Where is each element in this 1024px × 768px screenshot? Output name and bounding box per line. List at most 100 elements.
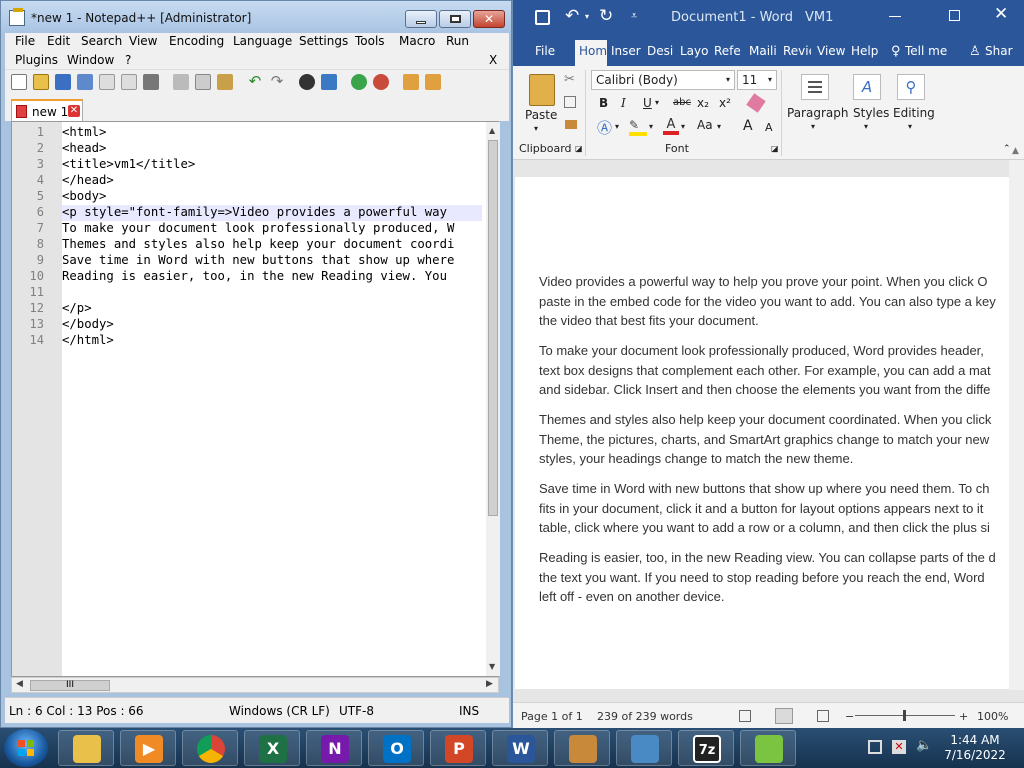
- paragraph-button[interactable]: Paragraph: [787, 106, 848, 120]
- document-text-line[interactable]: fits in your document, click it and a bu…: [539, 499, 1009, 519]
- account-name[interactable]: VM1: [805, 10, 833, 25]
- menu-tools[interactable]: Tools: [355, 34, 385, 48]
- shrink-font-button[interactable]: A: [765, 121, 773, 134]
- font-color-dropdown-icon[interactable]: ▾: [681, 122, 685, 131]
- document-text-line[interactable]: the text you want. If you need to stop r…: [539, 568, 1009, 588]
- zoom-level[interactable]: 100%: [977, 710, 1008, 723]
- word-vertical-scrollbar[interactable]: ▲: [1009, 146, 1024, 690]
- code-editor[interactable]: 1 2 3 4 5 6 7 8 9 10 11 12 13 14 <html> <head> <title>v…: [11, 121, 500, 677]
- save-all-icon[interactable]: [77, 74, 93, 90]
- menu-encoding[interactable]: Encoding: [169, 34, 224, 48]
- read-mode-icon[interactable]: [739, 710, 751, 722]
- document-text-line[interactable]: paste in the embed code for the video yo…: [539, 292, 1009, 312]
- maximize-icon[interactable]: [949, 10, 960, 21]
- paste-button[interactable]: Paste: [525, 108, 557, 122]
- save-icon[interactable]: [535, 10, 550, 25]
- taskbar-chrome[interactable]: [182, 730, 238, 766]
- copy-icon[interactable]: [195, 74, 211, 90]
- print-layout-icon[interactable]: [775, 708, 793, 724]
- close-button[interactable]: ✕: [473, 10, 505, 28]
- code-line[interactable]: <title>vm1</title>: [62, 157, 482, 173]
- maximize-button[interactable]: [439, 10, 471, 28]
- subscript-button[interactable]: x₂: [697, 96, 709, 110]
- tab-review[interactable]: Revie: [783, 44, 811, 58]
- zoom-out-button[interactable]: −: [845, 710, 854, 723]
- document-text-line[interactable]: and sidebar. Click Insert and then choos…: [539, 380, 1009, 400]
- code-line[interactable]: <html>: [62, 125, 482, 141]
- cut-icon[interactable]: ✂: [564, 72, 575, 87]
- scroll-up-icon[interactable]: ▲: [489, 126, 495, 135]
- scroll-right-icon[interactable]: ▶: [486, 679, 493, 689]
- tab-home[interactable]: Hom: [575, 40, 607, 66]
- bold-button[interactable]: B: [599, 96, 608, 110]
- close-document-x[interactable]: X: [489, 53, 497, 67]
- menu-view[interactable]: View: [129, 34, 157, 48]
- tab-file[interactable]: File: [535, 44, 555, 58]
- code-line[interactable]: </p>: [62, 301, 482, 317]
- taskbar-notepad-plus-plus[interactable]: [740, 730, 796, 766]
- text-effects-icon[interactable]: Ⓐ: [597, 117, 612, 138]
- copy-icon[interactable]: [564, 96, 576, 108]
- font-name-dropdown-icon[interactable]: ▾: [726, 75, 730, 84]
- minimize-icon[interactable]: [889, 16, 901, 17]
- scroll-up-icon[interactable]: ▲: [1012, 146, 1019, 156]
- document-text-line[interactable]: left off - even on another device.: [539, 587, 1009, 607]
- network-icon[interactable]: [868, 740, 882, 754]
- menu-search[interactable]: Search: [81, 34, 122, 48]
- taskbar-file-explorer[interactable]: [58, 730, 114, 766]
- menu-window[interactable]: Window: [67, 53, 114, 67]
- document-text-line[interactable]: To make your document look professionall…: [539, 341, 1009, 361]
- undo-icon[interactable]: ↶: [565, 6, 579, 26]
- tab-mailings[interactable]: Maili: [749, 44, 777, 58]
- taskbar-control-panel[interactable]: [616, 730, 672, 766]
- open-file-icon[interactable]: [33, 74, 49, 90]
- styles-button[interactable]: Styles: [853, 106, 889, 120]
- menu-run[interactable]: Run: [446, 34, 469, 48]
- zoom-thumb[interactable]: [903, 710, 906, 721]
- undo-icon[interactable]: ↶: [247, 74, 263, 90]
- menu-edit[interactable]: Edit: [47, 34, 70, 48]
- word-count[interactable]: 239 of 239 words: [597, 710, 693, 723]
- menu-file[interactable]: File: [15, 34, 35, 48]
- scroll-down-icon[interactable]: ▼: [489, 662, 495, 671]
- document-page[interactable]: Video provides a powerful way to help yo…: [515, 177, 1009, 689]
- paragraph-dropdown-icon[interactable]: ▾: [811, 122, 815, 131]
- tab-insert[interactable]: Inser: [611, 44, 641, 58]
- search-icon[interactable]: ⚲: [897, 74, 925, 100]
- italic-button[interactable]: I: [621, 96, 626, 110]
- code-line[interactable]: <head>: [62, 141, 482, 157]
- tab-design[interactable]: Desig: [647, 44, 673, 58]
- paste-icon[interactable]: [217, 74, 233, 90]
- code-line[interactable]: [62, 285, 482, 301]
- taskbar-media-player[interactable]: ▶: [120, 730, 176, 766]
- document-text-line[interactable]: Reading is easier, too, in the new Readi…: [539, 548, 1009, 568]
- taskbar-powerpoint[interactable]: P: [430, 730, 486, 766]
- tell-me-search[interactable]: Tell me: [905, 44, 947, 58]
- paste-dropdown-icon[interactable]: ▾: [534, 124, 538, 133]
- document-text-line[interactable]: styles, your headings change to match th…: [539, 449, 1009, 469]
- styles-icon[interactable]: A: [853, 74, 881, 100]
- editing-button[interactable]: Editing: [893, 106, 935, 120]
- document-text-line[interactable]: Themes and styles also help keep your do…: [539, 410, 1009, 430]
- find-icon[interactable]: [299, 74, 315, 90]
- tab-layout[interactable]: Layo: [680, 44, 708, 58]
- taskbar-onenote[interactable]: N: [306, 730, 362, 766]
- font-launcher-icon[interactable]: ◪: [771, 144, 779, 153]
- collapse-ribbon-icon[interactable]: ⌃: [1003, 144, 1011, 154]
- strikethrough-button[interactable]: abc: [673, 97, 691, 108]
- taskbar-outlook[interactable]: O: [368, 730, 424, 766]
- scroll-left-icon[interactable]: ◀: [16, 679, 23, 689]
- sync-scroll-icon[interactable]: [403, 74, 419, 90]
- code-line[interactable]: Themes and styles also help keep your do…: [62, 237, 482, 253]
- undo-dropdown-icon[interactable]: ▾: [585, 12, 589, 21]
- wrap-icon[interactable]: [425, 74, 441, 90]
- tab-references[interactable]: Refe: [714, 44, 742, 58]
- format-painter-icon[interactable]: [565, 120, 577, 129]
- document-text-line[interactable]: table, click where you want to add a row…: [539, 518, 1009, 538]
- zoom-in-button[interactable]: +: [959, 710, 968, 723]
- replace-icon[interactable]: [321, 74, 337, 90]
- share-button[interactable]: Shar: [985, 44, 1019, 58]
- font-size-dropdown-icon[interactable]: ▾: [768, 75, 772, 84]
- code-line[interactable]: Save time in Word with new buttons that …: [62, 253, 482, 269]
- cut-icon[interactable]: [173, 74, 189, 90]
